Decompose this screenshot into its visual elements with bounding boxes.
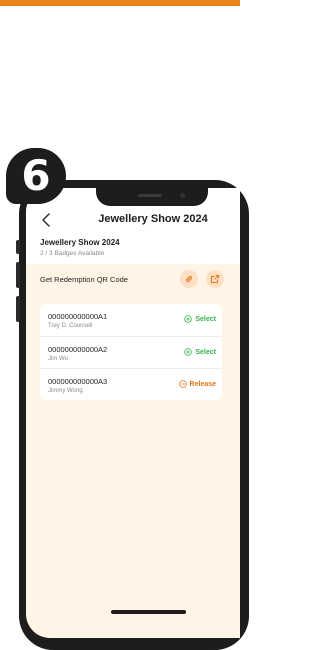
list-item: 000000000000A2 Jim Wu Select	[40, 336, 222, 369]
select-button[interactable]: Select	[184, 315, 216, 323]
badge-holder-name: Jim Wu	[48, 356, 68, 362]
top-accent-bar	[0, 0, 240, 6]
open-qr-button[interactable]	[206, 270, 224, 288]
link-icon	[185, 275, 193, 283]
step-number: 6	[21, 151, 51, 200]
copy-link-button[interactable]	[180, 270, 198, 288]
phone-side-button	[16, 240, 20, 254]
badge-code: 000000000000A1	[48, 312, 108, 321]
app-header: Jewellery Show 2024	[26, 210, 240, 232]
speaker-grille	[138, 194, 162, 197]
phone-screen: Jewellery Show 2024 Jewellery Show 2024 …	[26, 188, 240, 638]
phone-volume-down-button	[16, 296, 20, 322]
step-number-badge: 6	[6, 148, 66, 204]
home-indicator[interactable]	[111, 610, 186, 614]
select-label: Select	[195, 348, 216, 356]
badge-list: 000000000000A1 Trey D. Counsell Select 0…	[40, 304, 222, 400]
badges-available-text: 2 / 3 Badges Available	[40, 250, 105, 257]
external-link-icon	[211, 275, 219, 283]
select-label: Select	[195, 315, 216, 323]
badge-code: 000000000000A2	[48, 345, 108, 354]
redemption-qr-label: Get Redemption QR Code	[40, 275, 128, 284]
badge-code: 000000000000A3	[48, 377, 108, 386]
list-item: 000000000000A3 Jimmy Wong Release	[40, 368, 222, 401]
release-label: Release	[189, 380, 216, 388]
phone-volume-up-button	[16, 262, 20, 288]
minus-circle-icon	[178, 380, 187, 388]
chevron-left-icon[interactable]	[39, 212, 55, 228]
camera-dot	[180, 193, 185, 198]
page-title: Jewellery Show 2024	[98, 213, 208, 225]
release-button[interactable]: Release	[178, 380, 216, 388]
badge-holder-name: Trey D. Counsell	[48, 323, 93, 329]
phone-notch	[96, 188, 208, 206]
select-button[interactable]: Select	[184, 348, 216, 356]
plus-circle-icon	[184, 348, 193, 356]
event-title: Jewellery Show 2024	[40, 238, 120, 247]
redemption-qr-row[interactable]: Get Redemption QR Code	[26, 264, 240, 294]
plus-circle-icon	[184, 315, 193, 323]
list-item: 000000000000A1 Trey D. Counsell Select	[40, 304, 222, 336]
badge-holder-name: Jimmy Wong	[48, 388, 83, 394]
